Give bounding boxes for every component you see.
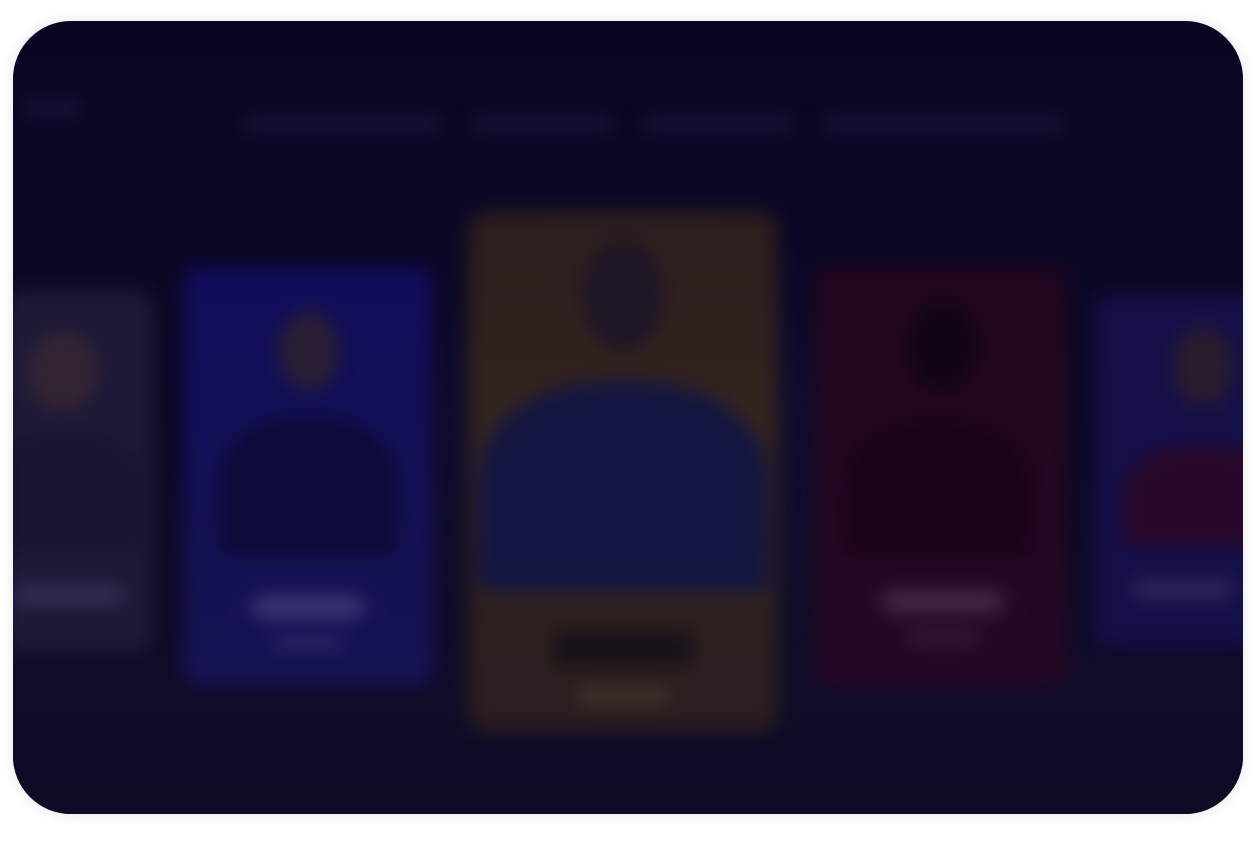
dim-overlay xyxy=(13,21,1243,814)
blurred-app-screen xyxy=(13,21,1243,814)
